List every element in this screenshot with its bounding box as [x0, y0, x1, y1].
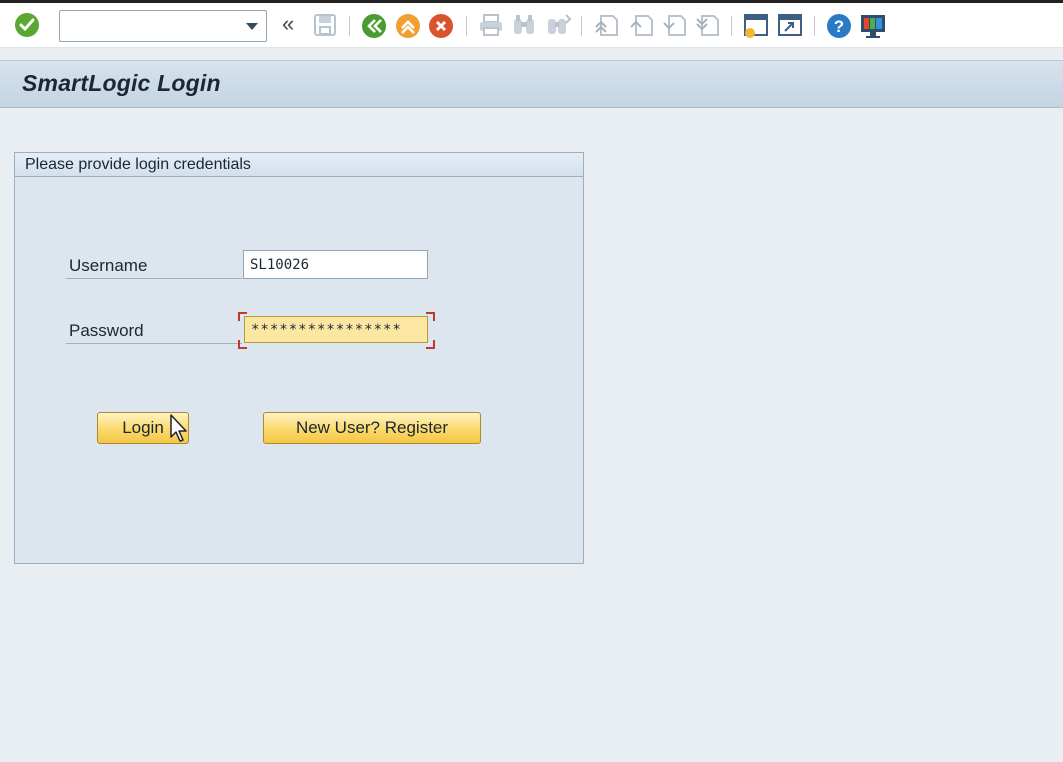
back-icon[interactable]: « [282, 11, 294, 37]
toolbar-separator [731, 16, 732, 36]
username-field[interactable] [243, 250, 428, 279]
standard-toolbar: « ? [0, 3, 1063, 48]
password-label: Password [69, 321, 144, 340]
toolbar-separator [581, 16, 582, 36]
toolbar-separator [814, 16, 815, 36]
password-field[interactable] [244, 316, 428, 343]
last-page-icon[interactable] [694, 13, 720, 42]
find-icon[interactable] [512, 13, 536, 42]
help-icon[interactable]: ? [826, 13, 852, 44]
register-button[interactable]: New User? Register [263, 412, 481, 444]
save-icon[interactable] [313, 13, 337, 42]
chevron-down-icon[interactable] [246, 23, 258, 30]
username-label: Username [69, 256, 148, 275]
mouse-pointer-icon [170, 414, 190, 449]
customize-layout-icon[interactable] [859, 13, 887, 44]
command-field[interactable] [59, 10, 267, 42]
toolbar-separator [466, 16, 467, 36]
page-title: SmartLogic Login [22, 70, 221, 96]
previous-page-icon[interactable] [628, 13, 654, 42]
find-next-icon[interactable] [546, 13, 572, 42]
command-input[interactable] [62, 13, 236, 39]
svg-text:?: ? [834, 17, 844, 36]
group-box-header: Please provide login credentials [15, 153, 583, 177]
enter-check-icon[interactable] [14, 12, 40, 43]
focus-frame-corner [238, 340, 247, 349]
next-page-icon[interactable] [661, 13, 687, 42]
login-group-box: Please provide login credentials [14, 152, 584, 564]
back-green-icon[interactable] [361, 13, 387, 44]
new-session-icon[interactable] [743, 13, 769, 44]
toolbar-separator [349, 16, 350, 36]
focus-frame-corner [238, 312, 247, 321]
screen-title-bar: SmartLogic Login [0, 60, 1063, 108]
focus-frame-corner [426, 340, 435, 349]
cancel-icon[interactable] [428, 13, 454, 44]
exit-icon[interactable] [395, 13, 421, 44]
password-label-underline [66, 343, 242, 344]
focus-frame-corner [426, 312, 435, 321]
group-box-title: Please provide login credentials [25, 156, 251, 173]
print-icon[interactable] [478, 13, 504, 42]
first-page-icon[interactable] [593, 13, 619, 42]
username-label-underline [66, 278, 242, 279]
shortcut-icon[interactable] [777, 13, 803, 44]
